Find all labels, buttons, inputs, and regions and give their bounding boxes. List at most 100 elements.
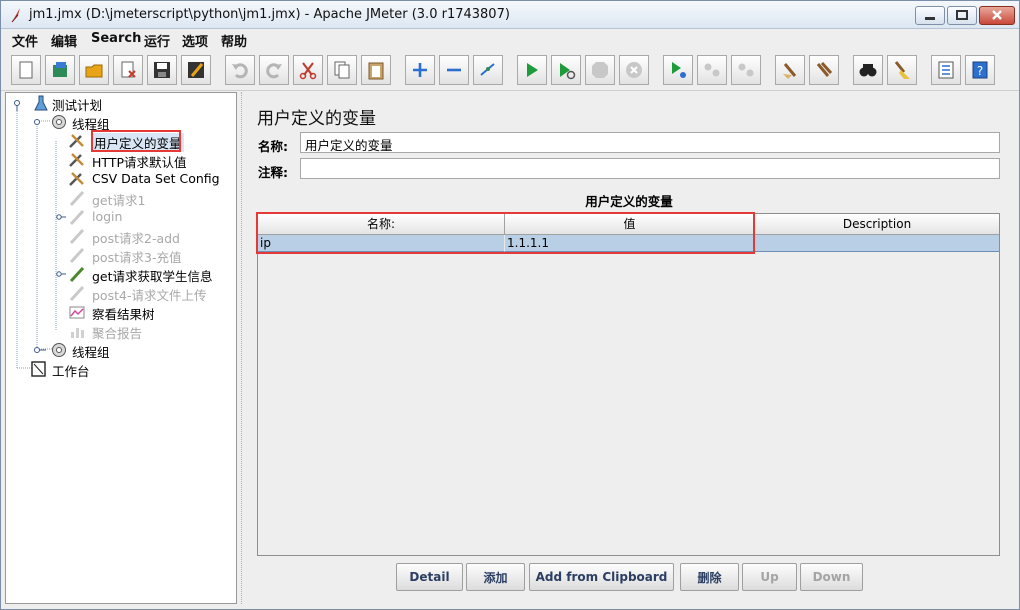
sampler-icon: [69, 247, 85, 264]
close-button[interactable]: [979, 6, 1015, 25]
toolbar: ?: [1, 51, 1019, 91]
column-header-value[interactable]: 值: [505, 214, 755, 235]
table-cell-value[interactable]: 1.1.1.1: [505, 235, 755, 252]
column-header-name[interactable]: 名称:: [258, 214, 505, 235]
expand-all-button[interactable]: [405, 55, 435, 85]
maximize-button[interactable]: [947, 6, 977, 25]
clear-all-button[interactable]: [809, 55, 839, 85]
column-header-description[interactable]: Description: [755, 214, 999, 235]
undo-button[interactable]: [225, 55, 255, 85]
stop-icon: [592, 62, 608, 78]
paste-button[interactable]: [361, 55, 391, 85]
menu-search[interactable]: Search: [91, 31, 141, 46]
user-defined-variables-panel: 用户定义的变量 名称: 用户定义的变量 注释: 用户定义的变量 名称: 值 De…: [246, 92, 1012, 604]
maximize-icon: [956, 10, 968, 20]
remote-shutdown-button[interactable]: [731, 55, 761, 85]
open-button[interactable]: [79, 55, 109, 85]
sampler-icon: [69, 209, 85, 226]
name-field[interactable]: 用户定义的变量: [300, 132, 1000, 153]
start-no-pause-button[interactable]: [551, 55, 581, 85]
redo-icon: [266, 63, 282, 79]
name-label: 名称:: [258, 139, 288, 154]
sampler-icon: [69, 190, 85, 207]
minimize-icon: [925, 17, 935, 20]
menu-options[interactable]: 选项: [182, 31, 208, 50]
collapse-icon: [447, 68, 461, 72]
expand-handle-icon: [14, 100, 20, 111]
help-icon: ?: [972, 61, 988, 79]
split-pane-divider[interactable]: [239, 92, 245, 604]
comment-label: 注释:: [258, 165, 288, 180]
down-button[interactable]: Down: [800, 563, 863, 591]
paste-icon: [368, 62, 384, 80]
add-from-clipboard-button[interactable]: Add from Clipboard: [529, 563, 674, 591]
comment-field[interactable]: [300, 158, 1000, 179]
help-button[interactable]: ?: [965, 55, 995, 85]
delete-button[interactable]: 删除: [680, 563, 739, 591]
clear-all-icon: [816, 61, 833, 77]
menu-help[interactable]: 帮助: [221, 31, 247, 50]
templates-icon: [53, 62, 67, 77]
expand-icon: [413, 63, 427, 77]
collapse-all-button[interactable]: [439, 55, 469, 85]
remote-start-button[interactable]: [663, 55, 693, 85]
test-plan-icon: [34, 95, 48, 111]
jmeter-feather-icon: [11, 8, 20, 23]
workbench-icon: [31, 361, 46, 377]
stop-button[interactable]: [585, 55, 615, 85]
listener-icon: [71, 328, 84, 338]
cut-icon: [299, 62, 317, 80]
table-cell-description[interactable]: [755, 235, 999, 252]
remote-stop-icon: [704, 63, 720, 77]
test-plan-tree: 测试计划 线程组 用户定义的变量 HTTP请求默认值 CSV Data Set …: [5, 92, 237, 604]
new-button[interactable]: [11, 55, 41, 85]
copy-icon: [334, 61, 350, 79]
section-title: 用户定义的变量: [585, 194, 673, 209]
cut-button[interactable]: [293, 55, 323, 85]
collapsed-handle-icon: [34, 347, 46, 353]
jmeter-window: jm1.jmx (D:\jmeterscript\python\jm1.jmx)…: [0, 0, 1020, 610]
toggle-icon: [480, 63, 495, 76]
menu-run[interactable]: 运行: [144, 31, 170, 50]
menu-bar: 文件 编辑 Search 运行 选项 帮助: [1, 29, 1019, 50]
save-as-button[interactable]: [181, 55, 211, 85]
shutdown-button[interactable]: [619, 55, 649, 85]
templates-button[interactable]: [45, 55, 75, 85]
toggle-button[interactable]: [473, 55, 503, 85]
remote-shutdown-icon: [738, 63, 754, 77]
minimize-button[interactable]: [915, 6, 945, 25]
function-helper-icon: [938, 61, 954, 79]
start-icon: [527, 63, 538, 77]
config-element-icon: [69, 172, 84, 186]
thread-group-icon: [52, 343, 66, 357]
reset-search-icon: [894, 61, 910, 79]
start-button[interactable]: [517, 55, 547, 85]
shutdown-icon: [626, 62, 642, 78]
detail-button[interactable]: Detail: [396, 563, 463, 591]
save-icon: [154, 62, 170, 78]
copy-button[interactable]: [327, 55, 357, 85]
sampler-icon: [69, 266, 85, 283]
reset-search-button[interactable]: [887, 55, 917, 85]
add-button[interactable]: 添加: [466, 563, 525, 591]
sampler-icon: [69, 228, 85, 245]
search-button[interactable]: [853, 55, 883, 85]
clear-button[interactable]: [775, 55, 805, 85]
save-as-icon: [188, 62, 204, 78]
sampler-icon: [69, 285, 85, 302]
clear-icon: [783, 63, 797, 79]
svg-text:?: ?: [977, 64, 983, 78]
function-helper-button[interactable]: [931, 55, 961, 85]
remote-stop-button[interactable]: [697, 55, 727, 85]
menu-file[interactable]: 文件: [12, 31, 38, 50]
up-button[interactable]: Up: [742, 563, 797, 591]
table-cell-name[interactable]: ip: [258, 235, 505, 252]
menu-edit[interactable]: 编辑: [51, 31, 77, 50]
expand-handle-icon: [34, 119, 40, 125]
redo-button[interactable]: [259, 55, 289, 85]
save-button[interactable]: [147, 55, 177, 85]
search-icon: [859, 64, 877, 77]
close-file-icon: [121, 61, 136, 78]
title-bar: jm1.jmx (D:\jmeterscript\python\jm1.jmx)…: [1, 1, 1019, 29]
close-file-button[interactable]: [113, 55, 143, 85]
